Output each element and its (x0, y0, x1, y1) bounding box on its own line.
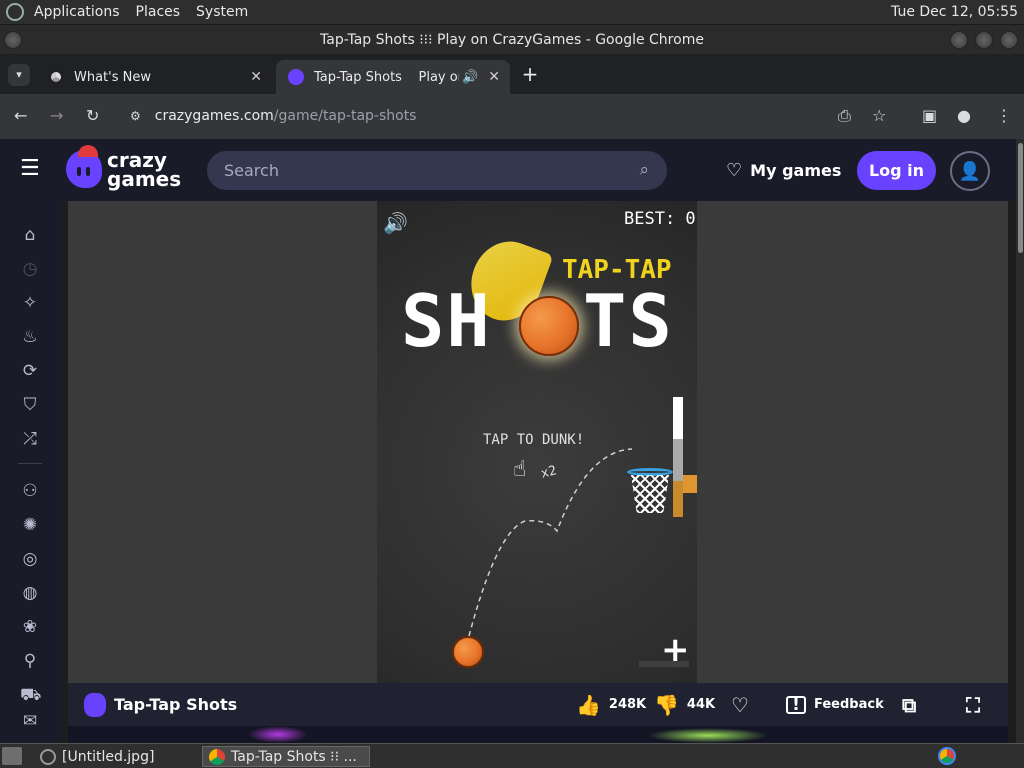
window-title: Tap-Tap Shots ⁝⁝⁝ Play on CrazyGames - G… (320, 31, 704, 48)
theater-mode-button[interactable]: ⧉ (902, 683, 916, 726)
car-icon[interactable]: ⛟ (20, 685, 41, 705)
basketball[interactable] (452, 636, 484, 668)
fullscreen-button[interactable]: ⛶ (966, 683, 980, 726)
places-menu[interactable]: Places (136, 4, 181, 20)
action-icon[interactable]: ✺ (20, 515, 40, 535)
site-info-icon[interactable]: ⚙ (130, 109, 141, 123)
thumbs-up-icon: 👍 (576, 692, 601, 717)
profile-icon[interactable]: ● (957, 106, 971, 125)
crazygames-logo-icon (84, 692, 106, 717)
bookmark-star-icon[interactable]: ☆ (872, 106, 886, 125)
flower-icon[interactable]: ❀ (20, 617, 40, 637)
close-icon[interactable]: ✕ (488, 69, 500, 85)
bike-icon[interactable]: ⚲ (20, 651, 40, 671)
feedback-icon: ! (786, 695, 806, 714)
badge-icon[interactable]: ⛉ (20, 395, 40, 415)
shuffle-icon[interactable]: ⤮ (20, 429, 40, 449)
tab-search-chevron-icon[interactable]: ▾ (8, 64, 30, 86)
like-button[interactable]: 👍 248K (576, 683, 646, 726)
heart-icon: ♡ (726, 160, 743, 181)
category-sidebar: ⌂ ◷ ✧ ♨ ⟳ ⛉ ⤮ ⚇ ✺ ◎ ◍ ❀ ⚲ ⛟ ✉ (0, 201, 62, 743)
search-icon[interactable]: ⌕ (639, 160, 649, 180)
tab-label: Tap-Tap Shots Play on C (314, 69, 459, 85)
multiplayer-icon[interactable]: ⚇ (20, 481, 40, 501)
hamburger-menu-icon[interactable]: ☰ (20, 158, 40, 180)
decorative-glow (648, 728, 768, 743)
forward-arrow-icon[interactable]: → (50, 106, 63, 125)
image-viewer-icon (40, 748, 56, 765)
audio-playing-icon[interactable]: 🔊 (462, 70, 478, 85)
tab-strip: ▾ What's New ✕ Tap-Tap Shots Play on C 🔊… (0, 54, 1024, 94)
floor-shadow (639, 661, 689, 667)
feedback-button[interactable]: ! Feedback (786, 683, 884, 726)
applications-menu[interactable]: Applications (34, 4, 120, 20)
user-icon: 👤 (958, 160, 982, 182)
chrome-menu-icon[interactable]: ⋮ (996, 106, 1012, 125)
chrome-icon (209, 748, 225, 765)
game-canvas[interactable]: 🔊 BEST: 0 TAP-TAP SH TS TAP TO DUNK! ☝ x… (377, 201, 697, 683)
hoop-rim (627, 468, 673, 476)
heart-icon: ♡ (731, 692, 749, 717)
window-menu-button[interactable] (4, 31, 22, 49)
sidebar-divider (18, 463, 42, 464)
site-logo-text[interactable]: crazy games (107, 150, 181, 189)
recent-icon[interactable]: ◷ (20, 259, 40, 279)
basketball-icon[interactable]: ◍ (20, 583, 40, 603)
backboard (673, 397, 683, 517)
crazygames-logo-icon[interactable] (66, 145, 102, 188)
home-icon[interactable]: ⌂ (20, 225, 40, 245)
os-clock[interactable]: Tue Dec 12, 05:55 (891, 4, 1018, 20)
decorative-glow (248, 726, 308, 743)
hoop-net (631, 475, 669, 513)
dislike-button[interactable]: 👎 44K (654, 683, 715, 726)
game-info-bar: Tap-Tap Shots 👍 248K 👎 44K ♡ ! Feedback … (68, 683, 1008, 726)
trajectory-path (468, 448, 633, 637)
close-icon[interactable]: ✕ (250, 69, 262, 85)
close-window-button[interactable] (1000, 31, 1018, 49)
os-top-panel: Applications Places System Tue Dec 12, 0… (0, 0, 1024, 25)
thumbs-down-icon: 👎 (654, 692, 679, 717)
os-taskbar: [Untitled.jpg] Tap-Tap Shots ⁝⁝ ... (0, 743, 1024, 768)
taskbar-item-image[interactable]: [Untitled.jpg] (34, 746, 200, 767)
tab-label: What's New (74, 69, 151, 85)
favorite-button[interactable]: ♡ (731, 683, 749, 726)
flame-icon[interactable]: ♨ (20, 327, 40, 347)
fullscreen-icon: ⛶ (966, 692, 980, 717)
install-app-icon[interactable]: ⎙ (838, 106, 851, 126)
game-name: Tap-Tap Shots (84, 683, 237, 726)
search-input[interactable]: Search ⌕ (207, 151, 667, 190)
tab-tap-tap-shots[interactable]: Tap-Tap Shots Play on C 🔊 ✕ (276, 60, 510, 94)
tab-whats-new[interactable]: What's New ✕ (36, 60, 272, 94)
minimize-button[interactable] (950, 31, 968, 49)
site-header: ☰ crazy games Search ⌕ ♡ My games Log in… (0, 139, 1016, 201)
user-avatar-button[interactable]: 👤 (950, 151, 990, 191)
show-desktop-icon[interactable] (2, 747, 22, 765)
url-host: crazygames.com (154, 108, 274, 124)
url-path: /game/tap-tap-shots (273, 108, 417, 124)
page-below-game (68, 726, 1008, 743)
side-panel-icon[interactable]: ▣ (922, 106, 937, 125)
login-button[interactable]: Log in (857, 151, 936, 190)
puzzle-icon: ⧉ (902, 692, 917, 717)
mail-icon[interactable]: ✉ (20, 711, 40, 731)
my-games-button[interactable]: ♡ My games (726, 151, 841, 190)
window-titlebar: Tap-Tap Shots ⁝⁝⁝ Play on CrazyGames - G… (0, 25, 1024, 54)
back-arrow-icon[interactable]: ← (14, 106, 27, 125)
system-menu[interactable]: System (196, 4, 248, 20)
chrome-icon (48, 69, 64, 85)
new-tab-button[interactable]: + (518, 62, 542, 86)
reload-icon[interactable]: ↻ (86, 106, 99, 125)
refresh-icon[interactable]: ⟳ (20, 361, 40, 381)
compass-icon[interactable]: ◎ (20, 549, 40, 569)
crazygames-favicon-icon (288, 69, 304, 85)
maximize-button[interactable] (975, 31, 993, 49)
scrollbar-thumb[interactable] (1018, 143, 1023, 253)
address-bar[interactable]: ⚙ crazygames.com /game/tap-tap-shots (120, 100, 820, 132)
sparkle-icon[interactable]: ✧ (20, 293, 40, 313)
backboard-bracket (683, 475, 697, 493)
chrome-tray-icon[interactable] (938, 747, 956, 765)
os-logo-icon[interactable] (6, 3, 24, 21)
browser-toolbar: ← → ↻ ⚙ crazygames.com /game/tap-tap-sho… (0, 94, 1024, 139)
taskbar-item-chrome[interactable]: Tap-Tap Shots ⁝⁝ ... (202, 746, 370, 767)
